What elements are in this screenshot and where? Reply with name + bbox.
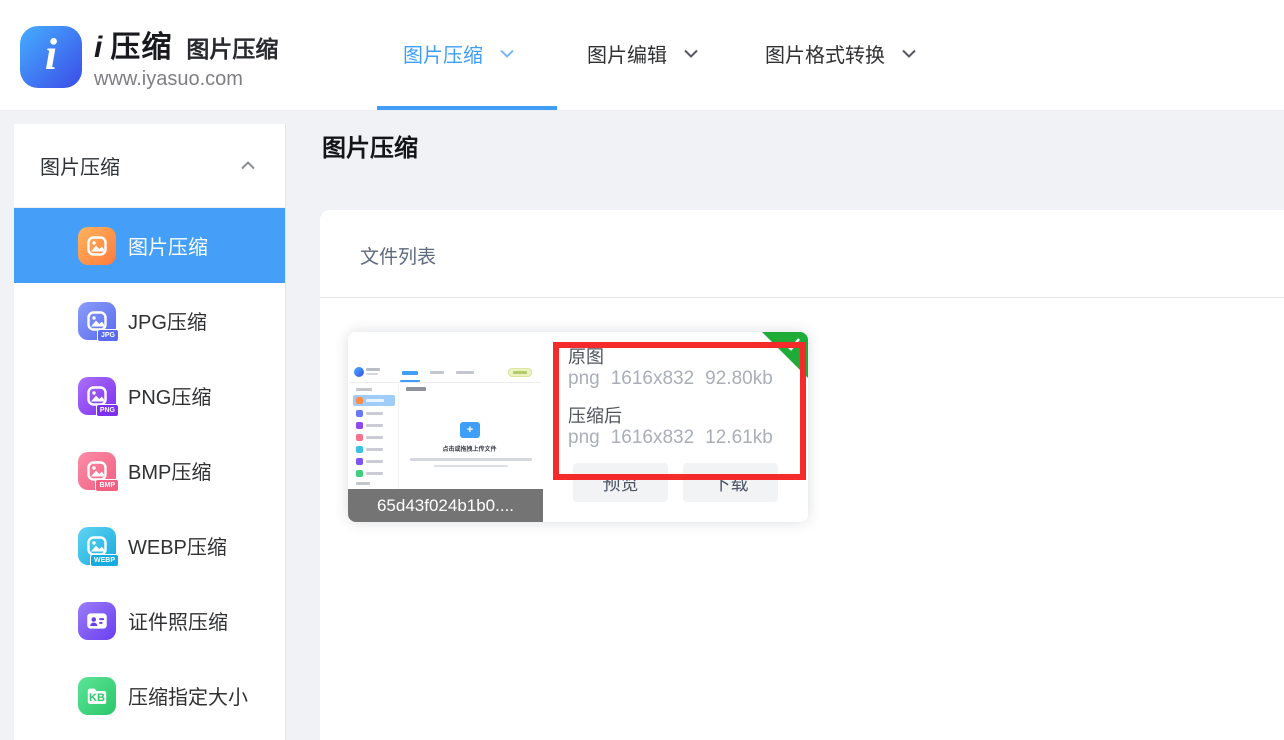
sidebar-item-label: WEBP压缩: [128, 531, 227, 560]
mini-brand-bar: [366, 373, 378, 375]
mini-item-bar: [366, 424, 383, 427]
mini-icon: [356, 458, 363, 465]
bmp-compress-icon: BMP: [78, 452, 116, 490]
mini-item-bar: [366, 399, 384, 402]
mini-nav-bar: [430, 371, 444, 374]
sidebar-item-label: JPG压缩: [128, 306, 207, 335]
nav-tab-image-edit[interactable]: 图片编辑: [587, 38, 698, 68]
brand-logo-block[interactable]: i i 压缩 图片压缩 www.iyasuo.com: [20, 22, 278, 91]
chevron-down-icon: [902, 49, 916, 58]
png-compress-icon: PNG: [78, 377, 116, 415]
mini-sidebar-divider: [398, 382, 399, 490]
nav-tab-label: 图片压缩: [403, 39, 483, 68]
active-tab-underline: [377, 106, 557, 110]
mini-nav-active-bar: [402, 371, 418, 375]
file-thumbnail[interactable]: + 点击或拖拽上传文件 65d43f024b1b0....: [348, 332, 543, 522]
mini-icon: [356, 422, 363, 429]
sidebar-group-title: 图片压缩: [40, 151, 120, 180]
file-list-title: 文件列表: [360, 242, 436, 269]
mini-item-bar: [366, 472, 383, 475]
file-list-panel: 文件列表: [320, 210, 1284, 740]
chevron-down-icon: [684, 49, 698, 58]
chevron-up-icon: [241, 161, 255, 170]
sidebar-item-label: PNG压缩: [128, 381, 211, 410]
folder-kb-label: KB: [78, 677, 116, 715]
mini-caption-bar: [410, 458, 532, 461]
sidebar-item-webp-compress[interactable]: WEBP WEBP压缩: [14, 508, 285, 583]
icon-badge: BMP: [95, 479, 119, 492]
sidebar-item-label: BMP压缩: [128, 456, 211, 485]
mini-header-divider: [350, 382, 541, 383]
page-title: 图片压缩: [322, 128, 418, 163]
mini-action-pill: [508, 368, 532, 377]
folder-kb-icon: KB: [78, 677, 116, 715]
image-compress-icon: [78, 227, 116, 265]
mini-icon: [356, 397, 363, 404]
mini-sidebar-group-bar: [356, 388, 372, 391]
sidebar-item-jpg-compress[interactable]: JPG JPG压缩: [14, 283, 285, 358]
jpg-compress-icon: JPG: [78, 302, 116, 340]
brand-title: 压缩: [110, 22, 172, 66]
mini-icon: [356, 410, 363, 417]
sidebar-item-png-compress[interactable]: PNG PNG压缩: [14, 358, 285, 433]
id-photo-icon: [78, 602, 116, 640]
mini-logo-icon: [354, 367, 364, 377]
logo-letter: i: [45, 33, 57, 81]
mini-upload-plus-button: +: [460, 422, 480, 438]
sidebar-item-label: 证件照压缩: [128, 606, 228, 635]
sidebar-item-label: 压缩指定大小: [128, 681, 248, 710]
mini-caption-bar: [434, 465, 508, 467]
annotation-highlight-box: [553, 342, 806, 480]
brand-url: www.iyasuo.com: [94, 68, 278, 91]
app-logo-icon: i: [20, 26, 82, 88]
nav-tab-label: 图片格式转换: [765, 39, 885, 68]
thumbnail-mini-screenshot: + 点击或拖拽上传文件: [350, 362, 541, 490]
panel-divider: [320, 297, 1284, 298]
mini-item-bar: [366, 412, 383, 415]
mini-item-bar: [366, 460, 383, 463]
mini-upload-text: 点击或拖拽上传文件: [398, 444, 541, 453]
icon-badge: PNG: [96, 404, 119, 417]
mini-brand-bar: [366, 368, 380, 371]
nav-tab-label: 图片编辑: [587, 39, 667, 68]
app-header: i i 压缩 图片压缩 www.iyasuo.com 图片压缩 图片编辑 图片格…: [0, 0, 1284, 111]
nav-tab-image-compress[interactable]: 图片压缩: [403, 38, 514, 68]
brand-title-prefix: i: [94, 31, 102, 65]
mini-icon: [356, 434, 363, 441]
mini-nav-bar: [456, 371, 474, 374]
webp-compress-icon: WEBP: [78, 527, 116, 565]
mini-sidebar-group-bar: [356, 482, 370, 485]
mini-page-title-bar: [406, 387, 426, 391]
mini-icon: [356, 470, 363, 477]
sidebar-item-label: 图片压缩: [128, 231, 208, 260]
brand-text: i 压缩 图片压缩 www.iyasuo.com: [94, 22, 278, 91]
mini-item-bar: [366, 436, 383, 439]
sidebar-item-image-compress[interactable]: 图片压缩: [14, 208, 285, 283]
sidebar: 图片压缩 图片压缩 JPG JPG压缩 PNG PNG压缩 BMP BMP压缩: [14, 124, 286, 740]
mini-icon: [356, 446, 363, 453]
sidebar-item-bmp-compress[interactable]: BMP BMP压缩: [14, 433, 285, 508]
icon-badge: JPG: [97, 329, 119, 342]
sidebar-group-header[interactable]: 图片压缩: [14, 124, 285, 208]
brand-product: 图片压缩: [186, 30, 278, 64]
nav-tab-format-convert[interactable]: 图片格式转换: [765, 38, 916, 68]
sidebar-item-compress-to-size[interactable]: KB 压缩指定大小: [14, 658, 285, 733]
icon-badge: WEBP: [90, 554, 119, 567]
chevron-down-icon: [500, 49, 514, 58]
file-card: + 点击或拖拽上传文件 65d43f024b1b0.... 原图 png1616…: [348, 332, 808, 522]
mini-item-bar: [366, 448, 383, 451]
sidebar-item-idphoto-compress[interactable]: 证件照压缩: [14, 583, 285, 658]
file-name: 65d43f024b1b0....: [348, 489, 543, 522]
